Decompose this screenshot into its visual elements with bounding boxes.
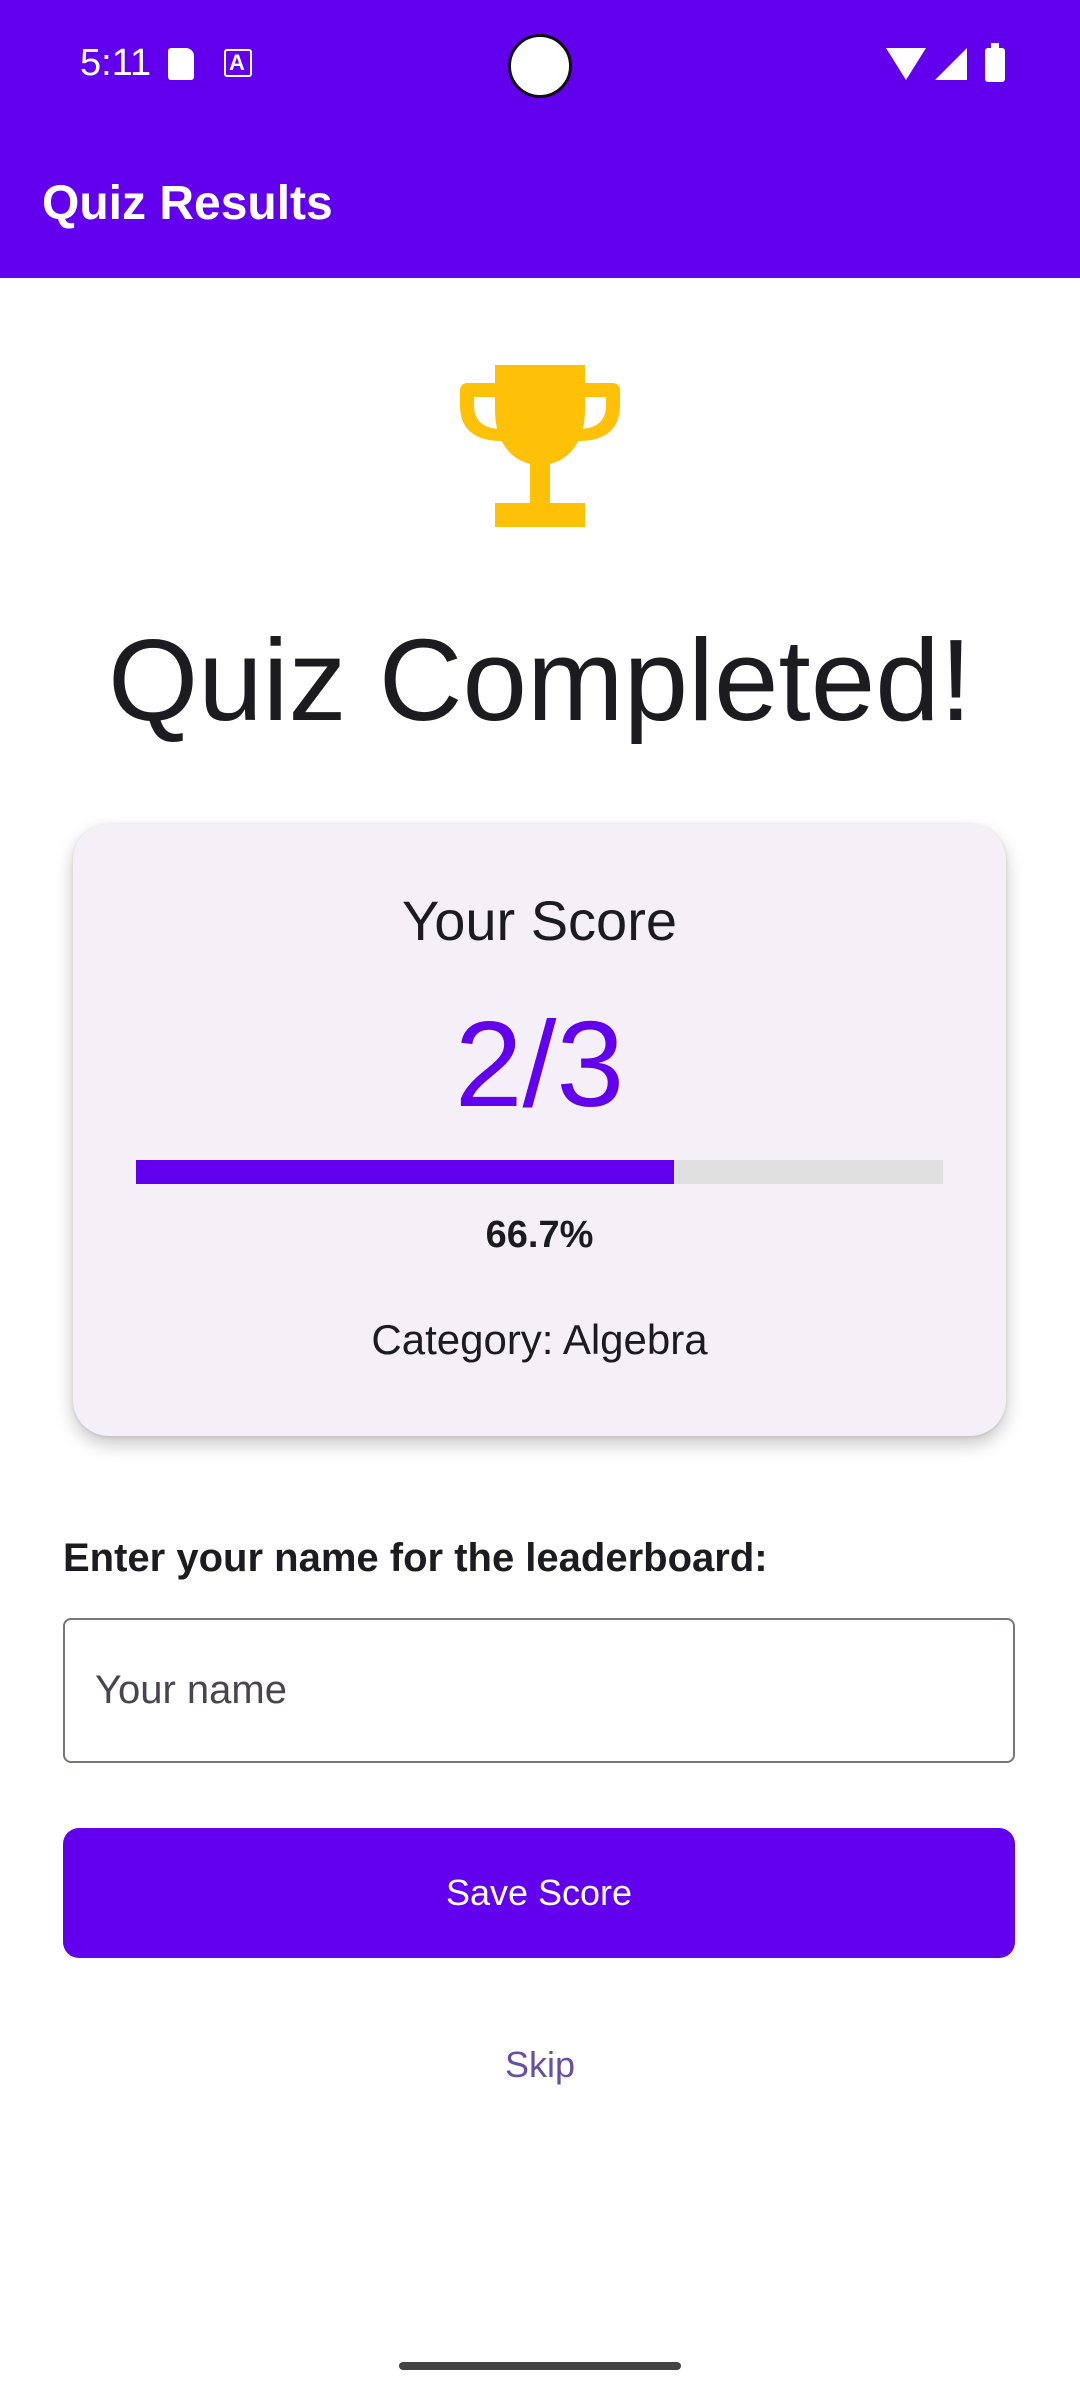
app-bar-title: Quiz Results — [42, 177, 333, 230]
completion-headline: Quiz Completed! — [108, 615, 972, 745]
score-progress-bar — [136, 1160, 943, 1184]
save-score-button[interactable]: Save Score — [63, 1828, 1015, 1958]
battery-icon — [985, 43, 1005, 82]
skip-button[interactable]: Skip — [440, 2030, 640, 2100]
quiz-category: Category: Algebra — [371, 1316, 708, 1363]
score-label: Your Score — [402, 889, 677, 952]
camera-cutout — [508, 34, 572, 98]
leaderboard-prompt: Enter your name for the leaderboard: — [63, 1536, 768, 1580]
sd-card-icon — [168, 48, 194, 80]
status-bar: 5:11 A — [0, 0, 1080, 132]
home-indicator[interactable] — [399, 2362, 681, 2370]
cell-signal-icon — [935, 48, 967, 80]
score-value: 2/3 — [454, 996, 625, 1132]
status-time: 5:11 — [80, 42, 152, 84]
score-percent: 66.7% — [485, 1214, 594, 1256]
app-bar: Quiz Results — [0, 132, 1080, 278]
score-card: Your Score 2/3 66.7% Category: Algebra — [73, 824, 1006, 1436]
name-input[interactable] — [63, 1618, 1015, 1763]
trophy-icon — [460, 365, 620, 527]
notification-a-icon: A — [224, 49, 252, 77]
score-progress-fill — [136, 1160, 675, 1184]
wifi-icon — [886, 48, 926, 80]
